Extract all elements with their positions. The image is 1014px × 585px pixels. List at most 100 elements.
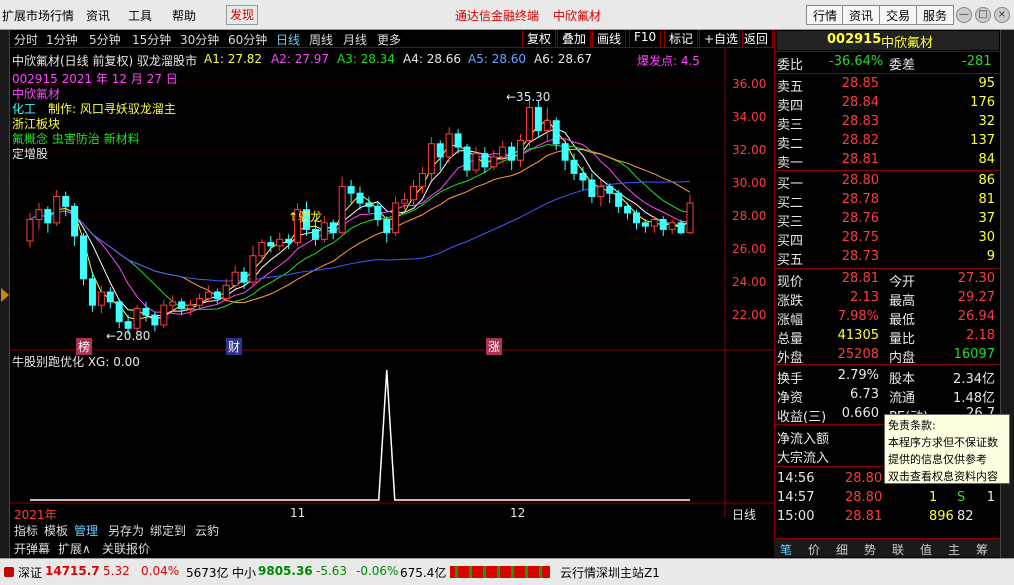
quotes-button[interactable]: 行情 (806, 5, 845, 25)
menu-tools[interactable]: 工具 (128, 7, 152, 24)
left-collapse-bar[interactable] (0, 30, 10, 558)
period-5min[interactable]: 5分钟 (89, 31, 121, 48)
period-30min[interactable]: 30分钟 (180, 31, 219, 48)
mark-button[interactable]: 标记 (664, 30, 699, 47)
expand-button[interactable]: 扩展∧ (58, 540, 91, 557)
tab-trend[interactable]: 势 (864, 541, 876, 558)
period-more[interactable]: 更多 (377, 31, 401, 48)
fund-row[interactable]: 换手 2.79% 股本 2.34亿 (777, 367, 999, 387)
y-tick-label: 34.00 (732, 110, 767, 125)
tab-link[interactable]: 联 (892, 541, 904, 558)
server-label[interactable]: 云行情深圳主站Z1 (560, 564, 660, 581)
period-1min[interactable]: 1分钟 (46, 31, 78, 48)
tab-save-as[interactable]: 另存为 (108, 522, 144, 539)
bid-row[interactable]: 买三 28.76 37 (777, 210, 999, 230)
stat-row[interactable]: 涨跌 2.13 最高 29.27 (777, 289, 999, 309)
y-tick-label: 32.00 (732, 143, 767, 158)
period-15min[interactable]: 15分钟 (132, 31, 171, 48)
fund-row[interactable]: 净资 6.73 流通 1.48亿 (777, 386, 999, 406)
ask-row[interactable]: 卖二 28.82 137 (777, 132, 999, 152)
candle-body (35, 209, 43, 221)
tab-detail[interactable]: 细 (836, 541, 848, 558)
related-quotes[interactable]: 关联报价 (102, 540, 150, 557)
extra-tabs: 开弹幕 扩展∧ 关联报价 (10, 538, 774, 556)
chart-area[interactable]: 中欣氟材(日线 前复权) 驭龙溜股市 A1: 27.82 A2: 27.97 A… (10, 48, 774, 522)
tab-tick[interactable]: 笔 (780, 541, 792, 558)
tick-flag: 82 (957, 509, 974, 524)
bid-price: 28.73 (841, 249, 879, 264)
mark-finance[interactable]: 财 (226, 338, 243, 355)
stat-row[interactable]: 总量 41305 量比 2.18 (777, 327, 999, 347)
close-icon[interactable]: × (994, 7, 1010, 23)
bid-row[interactable]: 买一 28.80 86 (777, 172, 999, 192)
candle-body (499, 146, 507, 158)
candle-body (71, 205, 79, 237)
tick-volume: 896 (929, 509, 954, 524)
ask-row[interactable]: 卖四 28.84 176 (777, 94, 999, 114)
tab-manage[interactable]: 管理 (74, 522, 98, 539)
candle-body (106, 291, 114, 303)
bid-label: 买四 (777, 234, 804, 249)
candle-body (80, 235, 88, 280)
period-60min[interactable]: 60分钟 (228, 31, 267, 48)
low-annotation: ←20.80 (106, 329, 151, 343)
trade-button[interactable]: 交易 (879, 5, 918, 25)
toggle-danmaku[interactable]: 开弹幕 (14, 540, 50, 557)
tab-main[interactable]: 主 (948, 541, 960, 558)
draw-button[interactable]: 画线 (592, 30, 627, 47)
f10-button[interactable]: F10 (629, 30, 662, 47)
mark-rise[interactable]: 涨 (486, 338, 503, 355)
ask-row[interactable]: 卖五 28.85 95 (777, 75, 999, 95)
menu-help[interactable]: 帮助 (172, 7, 196, 24)
expand-arrow-icon[interactable] (1, 288, 9, 302)
stat-row[interactable]: 现价 28.81 今开 27.30 (777, 270, 999, 290)
menu-extended-market[interactable]: 扩展市场行情 (2, 7, 74, 24)
candle-body (97, 291, 105, 306)
tick-row[interactable]: 15:00 28.81 896 82 (777, 508, 999, 527)
kline-chart[interactable] (10, 48, 774, 518)
candle-body (561, 143, 569, 161)
tick-price: 28.81 (845, 509, 883, 524)
tick-time: 14:56 (777, 471, 815, 486)
menu-discover[interactable]: 发现 (226, 5, 259, 25)
tick-price: 28.80 (845, 490, 883, 505)
add-watchlist-button[interactable]: +自选 (699, 30, 744, 47)
period-intraday[interactable]: 分时 (14, 31, 38, 48)
period-monthly[interactable]: 月线 (343, 31, 367, 48)
overlay-button[interactable]: 叠加 (557, 30, 592, 47)
stat-row[interactable]: 外盘 25208 内盘 16097 (777, 346, 999, 366)
menu-news[interactable]: 资讯 (86, 7, 110, 24)
stat-row[interactable]: 涨幅 7.98% 最低 26.94 (777, 308, 999, 328)
ask-row[interactable]: 卖一 28.81 84 (777, 151, 999, 171)
candle-body (44, 209, 52, 224)
ask-volume: 84 (978, 152, 995, 167)
minimize-icon[interactable]: — (956, 7, 972, 23)
tab-value[interactable]: 值 (920, 541, 932, 558)
period-daily[interactable]: 日线 (276, 31, 300, 48)
tab-chips[interactable]: 筹 (976, 541, 988, 558)
bid-row[interactable]: 买五 28.73 9 (777, 248, 999, 268)
tick-row[interactable]: 14:57 28.80 1 S 1 (777, 489, 999, 508)
weibi-label: 委比 (777, 58, 804, 73)
adjust-button[interactable]: 复权 (522, 30, 557, 47)
tab-price[interactable]: 价 (808, 541, 820, 558)
tab-bind[interactable]: 绑定到 (150, 522, 186, 539)
maximize-icon[interactable]: □ (975, 7, 991, 23)
service-button[interactable]: 服务 (916, 5, 955, 25)
ma-line-18 (29, 148, 691, 304)
ask-row[interactable]: 卖三 28.83 32 (777, 113, 999, 133)
period-weekly[interactable]: 周线 (309, 31, 333, 48)
candle-body (570, 159, 578, 174)
candle-body (624, 205, 632, 214)
tab-cloud[interactable]: 云豹 (195, 522, 219, 539)
news-button[interactable]: 资讯 (842, 5, 881, 25)
tab-indicator[interactable]: 指标 (14, 522, 38, 539)
stat-value: 26.94 (957, 309, 995, 324)
bid-row[interactable]: 买四 28.75 30 (777, 229, 999, 249)
back-button[interactable]: 返回 (739, 30, 774, 47)
tab-template[interactable]: 模板 (44, 522, 68, 539)
tick-volume: 1 (929, 490, 938, 505)
bid-row[interactable]: 买二 28.78 81 (777, 191, 999, 211)
candle-body (401, 199, 409, 204)
candle-body (588, 179, 596, 197)
